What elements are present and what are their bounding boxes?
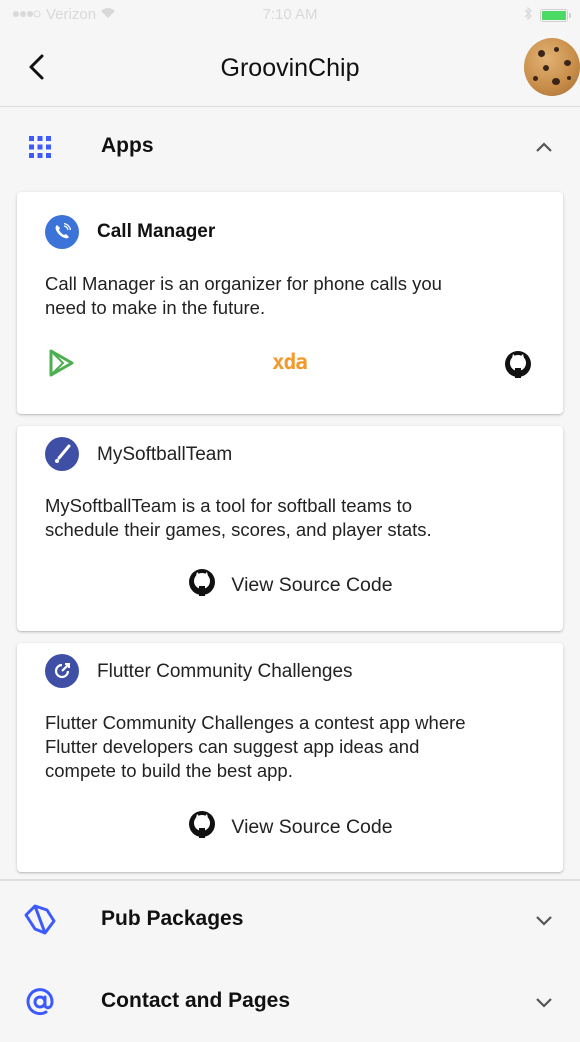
dart-icon (22, 902, 58, 938)
section-label: Apps (101, 134, 154, 157)
xda-icon[interactable]: xda (272, 350, 308, 376)
app-description: Flutter Community Challenges a contest a… (45, 712, 466, 781)
softball-bat-icon (45, 437, 79, 471)
page-title: GroovinChip (220, 54, 360, 82)
phone-icon (45, 215, 79, 249)
app-card-mysoftballteam: MySoftballTeam MySoftballTeam is a tool … (17, 426, 563, 631)
view-source-button[interactable]: View Source Code (17, 809, 563, 845)
github-icon (187, 809, 217, 845)
status-bar: Verizon 7:10 AM (0, 0, 580, 30)
view-source-button[interactable]: View Source Code (17, 567, 563, 603)
chevron-down-icon[interactable] (534, 992, 554, 1012)
section-pub-packages-header[interactable]: Pub Packages (0, 880, 580, 960)
app-bar: GroovinChip (0, 30, 580, 107)
play-store-icon[interactable] (47, 349, 75, 377)
github-icon (187, 567, 217, 603)
grid-icon (22, 129, 58, 165)
app-card-call-manager: Call Manager Call Manager is an organize… (17, 192, 563, 414)
bluetooth-icon (524, 6, 532, 24)
status-time: 7:10 AM (262, 6, 318, 23)
section-label: Pub Packages (101, 907, 244, 930)
section-label: Contact and Pages (101, 989, 291, 1012)
at-icon (22, 984, 58, 1020)
section-apps-header[interactable]: Apps (0, 107, 580, 187)
battery-icon (540, 9, 571, 22)
app-card-flutter-community-challenges: Flutter Community Challenges Flutter Com… (17, 643, 563, 872)
github-icon[interactable] (503, 349, 533, 379)
button-label: View Source Code (231, 573, 393, 596)
challenge-icon (45, 654, 79, 688)
app-description: Call Manager is an organizer for phone c… (45, 273, 442, 318)
button-label: View Source Code (231, 815, 393, 838)
app-description: MySoftballTeam is a tool for softball te… (45, 495, 432, 540)
app-name: Call Manager (97, 221, 216, 242)
chevron-down-icon[interactable] (534, 910, 554, 930)
chevron-up-icon[interactable] (534, 137, 554, 157)
avatar[interactable] (524, 38, 580, 96)
section-contact-header[interactable]: Contact and Pages (0, 962, 580, 1042)
app-name: Flutter Community Challenges (97, 661, 353, 682)
app-name: MySoftballTeam (97, 444, 233, 465)
